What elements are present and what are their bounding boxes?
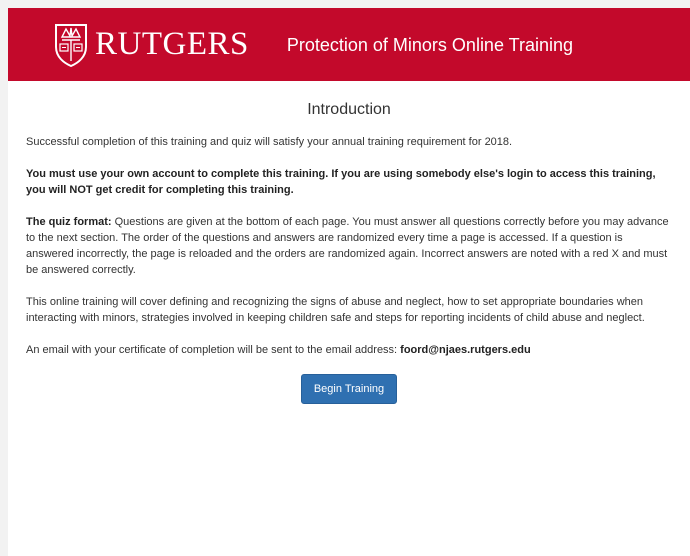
rutgers-shield-icon	[55, 23, 87, 67]
rutgers-wordmark: RUTGERS	[95, 26, 249, 62]
email-paragraph: An email with your certificate of comple…	[26, 342, 672, 358]
main-content: Introduction Successful completion of th…	[8, 100, 690, 404]
quiz-format-label: The quiz format:	[26, 216, 112, 228]
button-row: Begin Training	[26, 374, 672, 404]
coverage-paragraph: This online training will cover defining…	[26, 296, 645, 324]
begin-training-button[interactable]: Begin Training	[300, 374, 398, 404]
account-warning: You must use your own account to complet…	[26, 168, 656, 196]
quiz-format-paragraph: The quiz format: Questions are given at …	[26, 214, 672, 278]
site-title: Protection of Minors Online Training	[286, 35, 573, 55]
page: RUTGERS Protection of Minors Online Trai…	[8, 8, 690, 556]
header-banner: RUTGERS Protection of Minors Online Trai…	[8, 8, 690, 81]
intro-paragraph: Successful completion of this training a…	[26, 136, 513, 148]
email-text: An email with your certificate of comple…	[26, 344, 401, 356]
page-title: Introduction	[307, 101, 391, 118]
rutgers-logo[interactable]: RUTGERS	[54, 23, 249, 67]
quiz-format-text: Questions are given at the bottom of eac…	[26, 216, 669, 276]
email-address: foord@njaes.rutgers.edu	[400, 344, 531, 356]
